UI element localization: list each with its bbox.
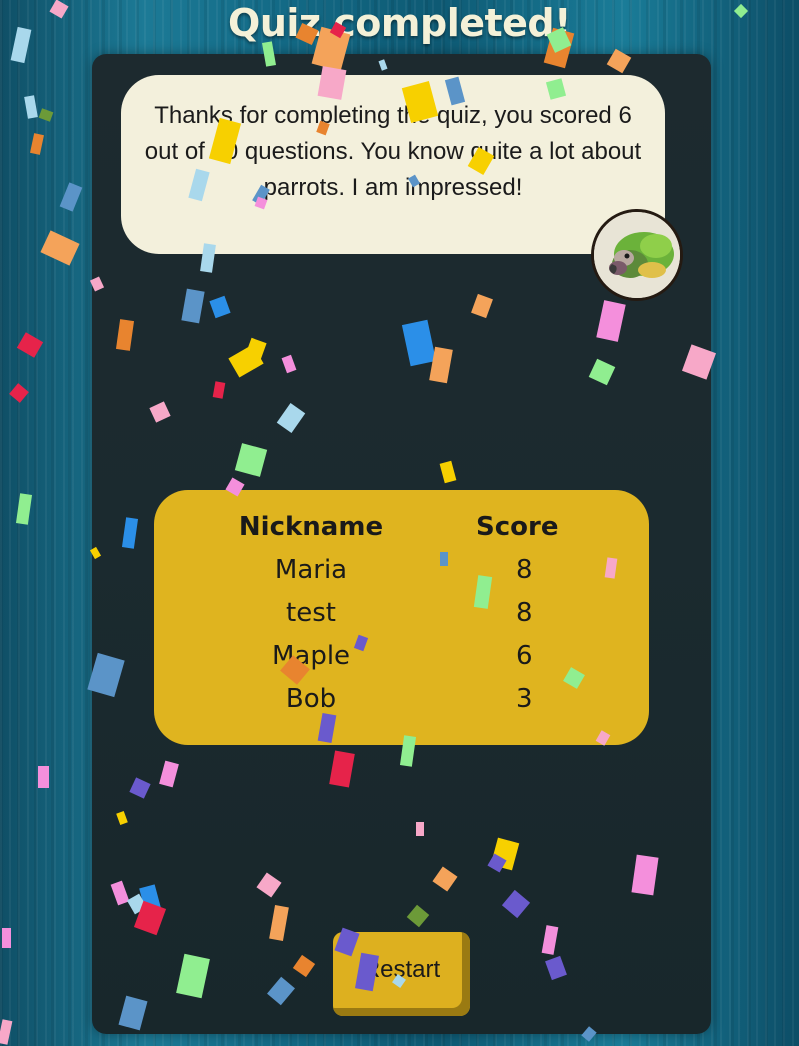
table-row: Maple 6	[154, 635, 649, 678]
score-cell: 6	[516, 641, 533, 671]
table-row: Bob 3	[154, 678, 649, 721]
leaderboard-header-row: Nickname Score	[154, 506, 649, 549]
nickname-cell: test	[286, 598, 336, 628]
score-cell: 3	[516, 684, 533, 714]
page-title: Quiz completed!	[228, 1, 571, 45]
score-header: Score	[476, 512, 559, 542]
leaderboard-table: Nickname Score Maria 8 test 8 Maple 6 Bo…	[154, 506, 649, 721]
speech-bubble: Thanks for completing the quiz, you scor…	[121, 75, 665, 254]
restart-button[interactable]: Restart	[333, 932, 470, 1016]
score-cell: 8	[516, 598, 533, 628]
nickname-header: Nickname	[238, 512, 384, 542]
parrot-avatar-icon	[591, 209, 683, 301]
score-cell: 8	[516, 555, 533, 585]
nickname-cell: Bob	[285, 684, 337, 714]
table-row: test 8	[154, 592, 649, 635]
table-row: Maria 8	[154, 549, 649, 592]
result-message: Thanks for completing the quiz, you scor…	[144, 101, 642, 201]
nickname-cell: Maple	[271, 641, 351, 671]
leaderboard: Nickname Score Maria 8 test 8 Maple 6 Bo…	[154, 490, 649, 745]
nickname-cell: Maria	[274, 555, 348, 585]
